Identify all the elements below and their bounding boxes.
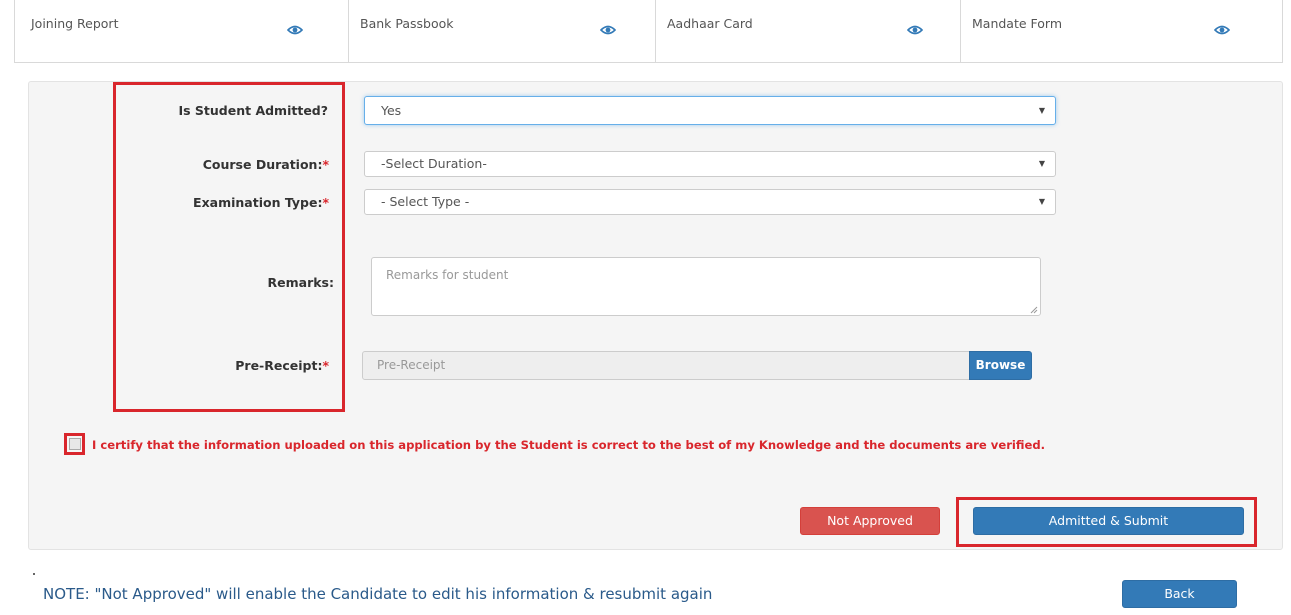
documents-strip: Joining Report Bank Passbook Aadhaar Car…	[14, 0, 1283, 63]
back-label: Back	[1164, 586, 1195, 601]
admitted-submit-button[interactable]: Admitted & Submit	[973, 507, 1244, 535]
browse-button-label: Browse	[975, 358, 1026, 372]
duration-select[interactable]: -Select Duration- ▼	[364, 151, 1056, 177]
document-cell-aadhaar-card: Aadhaar Card	[655, 0, 961, 62]
eye-icon[interactable]	[600, 25, 616, 35]
duration-select-value: -Select Duration-	[381, 156, 487, 171]
document-label: Aadhaar Card	[667, 16, 753, 31]
eye-icon[interactable]	[287, 25, 303, 35]
note-text: NOTE: "Not Approved" will enable the Can…	[43, 585, 713, 603]
pre-receipt-placeholder: Pre-Receipt	[377, 358, 446, 372]
certify-checkbox[interactable]	[69, 438, 81, 450]
certify-text: I certify that the information uploaded …	[92, 438, 1046, 452]
document-cell-joining-report: Joining Report	[15, 0, 349, 62]
bullet-dot	[33, 573, 35, 575]
document-cell-mandate-form: Mandate Form	[960, 0, 1281, 62]
admitted-select[interactable]: Yes ▼	[364, 96, 1056, 125]
not-approved-button[interactable]: Not Approved	[800, 507, 940, 535]
document-label: Mandate Form	[972, 16, 1063, 31]
caret-down-icon: ▼	[1038, 106, 1045, 115]
document-cell-bank-passbook: Bank Passbook	[348, 0, 656, 62]
caret-down-icon: ▼	[1038, 197, 1045, 206]
remarks-textarea[interactable]: Remarks for student	[371, 257, 1041, 316]
admitted-select-value: Yes	[381, 103, 402, 118]
document-label: Bank Passbook	[360, 16, 454, 31]
browse-button[interactable]: Browse	[969, 351, 1032, 380]
resize-grip-icon[interactable]	[1030, 306, 1038, 314]
not-approved-label: Not Approved	[827, 513, 913, 528]
admitted-submit-label: Admitted & Submit	[1048, 513, 1169, 528]
document-label: Joining Report	[31, 16, 119, 31]
eye-icon[interactable]	[1214, 25, 1230, 35]
exam-type-select[interactable]: - Select Type - ▼	[364, 189, 1056, 215]
pre-receipt-input[interactable]: Pre-Receipt	[362, 351, 970, 380]
remarks-placeholder: Remarks for student	[386, 268, 509, 282]
highlight-box-labels	[113, 82, 345, 412]
exam-type-select-value: - Select Type -	[381, 194, 470, 209]
caret-down-icon: ▼	[1038, 159, 1045, 168]
back-button[interactable]: Back	[1122, 580, 1237, 608]
eye-icon[interactable]	[907, 25, 923, 35]
